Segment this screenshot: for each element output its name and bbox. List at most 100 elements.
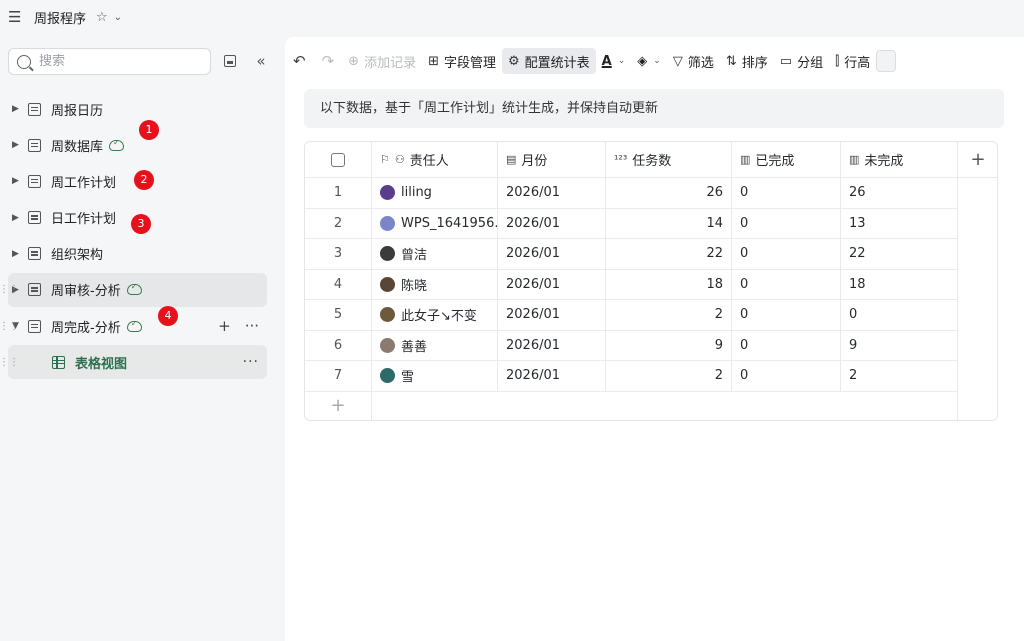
stats-config-button[interactable]: ⚙ 配置统计表 <box>502 48 596 74</box>
more-toolbar-icon[interactable] <box>876 50 897 72</box>
undone-cell[interactable]: 2 <box>841 361 958 391</box>
undone-cell[interactable]: 9 <box>841 330 958 360</box>
owner-cell[interactable]: 雪 <box>372 361 498 391</box>
column-header-month[interactable]: ▤ 月份 <box>498 142 606 177</box>
table-row[interactable]: 6 善善 2026/01 9 0 9 <box>305 330 958 361</box>
search-input[interactable] <box>39 54 199 69</box>
redo-icon[interactable]: ↷ <box>314 48 343 74</box>
done-cell[interactable]: 0 <box>732 361 841 391</box>
table-row[interactable]: 5 此女子↘不变 2026/01 2 0 0 <box>305 300 958 331</box>
table-row[interactable]: 4 陈晓 2026/01 18 0 18 <box>305 269 958 300</box>
fill-color-button[interactable]: ◈ ⌄ <box>631 48 667 74</box>
add-row-area[interactable] <box>372 391 958 420</box>
sidebar-item-weekly-calendar[interactable]: ▶ 周报日历 <box>8 92 267 126</box>
annotation-badge: 3 <box>131 214 151 234</box>
select-all-checkbox[interactable] <box>331 152 345 167</box>
select-all-cell[interactable] <box>305 142 372 177</box>
table-row[interactable]: 1 liling 2026/01 26 0 26 <box>305 178 958 209</box>
number-icon: ¹²³ <box>614 153 628 166</box>
tasks-cell[interactable]: 26 <box>606 178 732 208</box>
grid-icon: ⊞ <box>428 53 439 69</box>
owner-cell[interactable]: 陈晓 <box>372 269 498 299</box>
app-title[interactable]: 周报程序 <box>34 8 86 27</box>
sidebar-item-weekly-review-analysis[interactable]: ⋮⋮ ▶ 周审核-分析 <box>0 272 267 307</box>
owner-cell[interactable]: 此女子↘不变 <box>372 300 498 330</box>
done-cell[interactable]: 0 <box>732 330 841 360</box>
owner-cell[interactable]: 曾洁 <box>372 239 498 269</box>
column-header-done[interactable]: ▥ 已完成 <box>732 142 841 177</box>
drag-handle-icon[interactable]: ⋮⋮ <box>0 357 19 368</box>
month-cell[interactable]: 2026/01 <box>498 269 606 299</box>
add-icon[interactable]: + <box>218 317 231 335</box>
sidebar-item-weekly-database[interactable]: ▶ 周数据库 <box>8 128 267 162</box>
group-button[interactable]: ▭ 分组 <box>774 48 829 74</box>
drag-handle-icon[interactable]: ⋮⋮ <box>0 321 19 332</box>
sort-button[interactable]: ⇅ 排序 <box>720 48 774 74</box>
row-index: 1 <box>305 178 372 208</box>
more-icon[interactable]: ··· <box>243 354 259 370</box>
sidebar-item-org-structure[interactable]: ▶ 组织架构 <box>8 237 267 271</box>
row-height-button[interactable]: ⫿ 行高 <box>829 48 876 74</box>
tasks-cell[interactable]: 18 <box>606 269 732 299</box>
caret-right-icon[interactable]: ▶ <box>12 104 26 114</box>
undone-cell[interactable]: 18 <box>841 269 958 299</box>
done-cell[interactable]: 0 <box>732 239 841 269</box>
tasks-cell[interactable]: 9 <box>606 330 732 360</box>
data-table: ⚐ ⚇ 责任人 ▤ 月份 ¹²³ 任务数 ▥ 已完成 ▥ 未完成 + 1 liling 2026… <box>304 141 998 421</box>
month-cell[interactable]: 2026/01 <box>498 330 606 360</box>
sidebar-item-table-view[interactable]: ⋮⋮ 表格视图 ··· <box>0 345 267 380</box>
row-index: 6 <box>305 330 372 360</box>
table-row[interactable]: 3 曾洁 2026/01 22 0 22 <box>305 239 958 270</box>
field-manage-button[interactable]: ⊞ 字段管理 <box>422 48 502 74</box>
bar-chart-icon: ▥ <box>849 153 860 166</box>
owner-cell[interactable]: liling <box>372 178 498 208</box>
search-box[interactable] <box>8 48 211 75</box>
month-cell[interactable]: 2026/01 <box>498 361 606 391</box>
table-row[interactable]: 7 雪 2026/01 2 0 2 <box>305 361 958 392</box>
caret-right-icon[interactable]: ▶ <box>12 213 26 223</box>
tasks-cell[interactable]: 2 <box>606 361 732 391</box>
info-notice: 以下数据，基于「周工作计划」统计生成，并保持自动更新 <box>304 89 1004 128</box>
sheet-icon <box>28 283 41 297</box>
more-icon[interactable]: ··· <box>245 317 259 335</box>
star-icon[interactable]: ☆ <box>96 10 108 25</box>
text-color-button[interactable]: A ⌄ <box>596 48 632 74</box>
owner-cell[interactable]: 善善 <box>372 330 498 360</box>
caret-right-icon[interactable]: ▶ <box>12 249 26 259</box>
menu-icon[interactable]: ☰ <box>8 8 24 26</box>
undone-cell[interactable]: 0 <box>841 300 958 330</box>
done-cell[interactable]: 0 <box>732 269 841 299</box>
sidebar-item-label: 周审核-分析 <box>51 284 121 300</box>
undone-cell[interactable]: 22 <box>841 239 958 269</box>
done-cell[interactable]: 0 <box>732 208 841 238</box>
undone-cell[interactable]: 13 <box>841 208 958 238</box>
tasks-cell[interactable]: 22 <box>606 239 732 269</box>
panel-toggle-icon[interactable] <box>221 52 239 70</box>
caret-right-icon[interactable]: ▶ <box>12 176 26 186</box>
table-row[interactable]: 2 WPS_1641956... 2026/01 14 0 13 <box>305 208 958 239</box>
drag-handle-icon[interactable]: ⋮⋮ <box>0 284 19 295</box>
month-cell[interactable]: 2026/01 <box>498 178 606 208</box>
column-header-tasks[interactable]: ¹²³ 任务数 <box>606 142 732 177</box>
done-cell[interactable]: 0 <box>732 300 841 330</box>
tasks-cell[interactable]: 14 <box>606 208 732 238</box>
undone-cell[interactable]: 26 <box>841 178 958 208</box>
caret-right-icon[interactable]: ▶ <box>12 140 26 150</box>
add-record-button[interactable]: ⊕ 添加记录 <box>342 48 422 74</box>
owner-cell[interactable]: WPS_1641956... <box>372 208 498 238</box>
collapse-sidebar-icon[interactable]: « <box>250 52 268 70</box>
filter-button[interactable]: ▽ 筛选 <box>667 48 720 74</box>
month-cell[interactable]: 2026/01 <box>498 300 606 330</box>
add-column-icon[interactable]: + <box>958 142 997 178</box>
done-cell[interactable]: 0 <box>732 178 841 208</box>
tasks-cell[interactable]: 2 <box>606 300 732 330</box>
undo-icon[interactable]: ↶ <box>285 48 314 74</box>
month-cell[interactable]: 2026/01 <box>498 239 606 269</box>
toolbar: ↶ ↷ ⊕ 添加记录 ⊞ 字段管理 ⚙ 配置统计表 A ⌄ ◈ ⌄ ▽ 筛选 ⇅ 排序 ▭ 分组… <box>285 47 1024 75</box>
chevron-down-icon[interactable]: ⌄ <box>114 12 122 23</box>
sidebar-item-weekly-complete-analysis[interactable]: ⋮⋮ ▼ 周完成-分析 + ··· <box>0 309 267 343</box>
add-row-icon[interactable]: + <box>305 391 372 420</box>
column-header-owner[interactable]: ⚐ ⚇ 责任人 <box>372 142 498 177</box>
column-header-undone[interactable]: ▥ 未完成 <box>841 142 958 177</box>
month-cell[interactable]: 2026/01 <box>498 208 606 238</box>
